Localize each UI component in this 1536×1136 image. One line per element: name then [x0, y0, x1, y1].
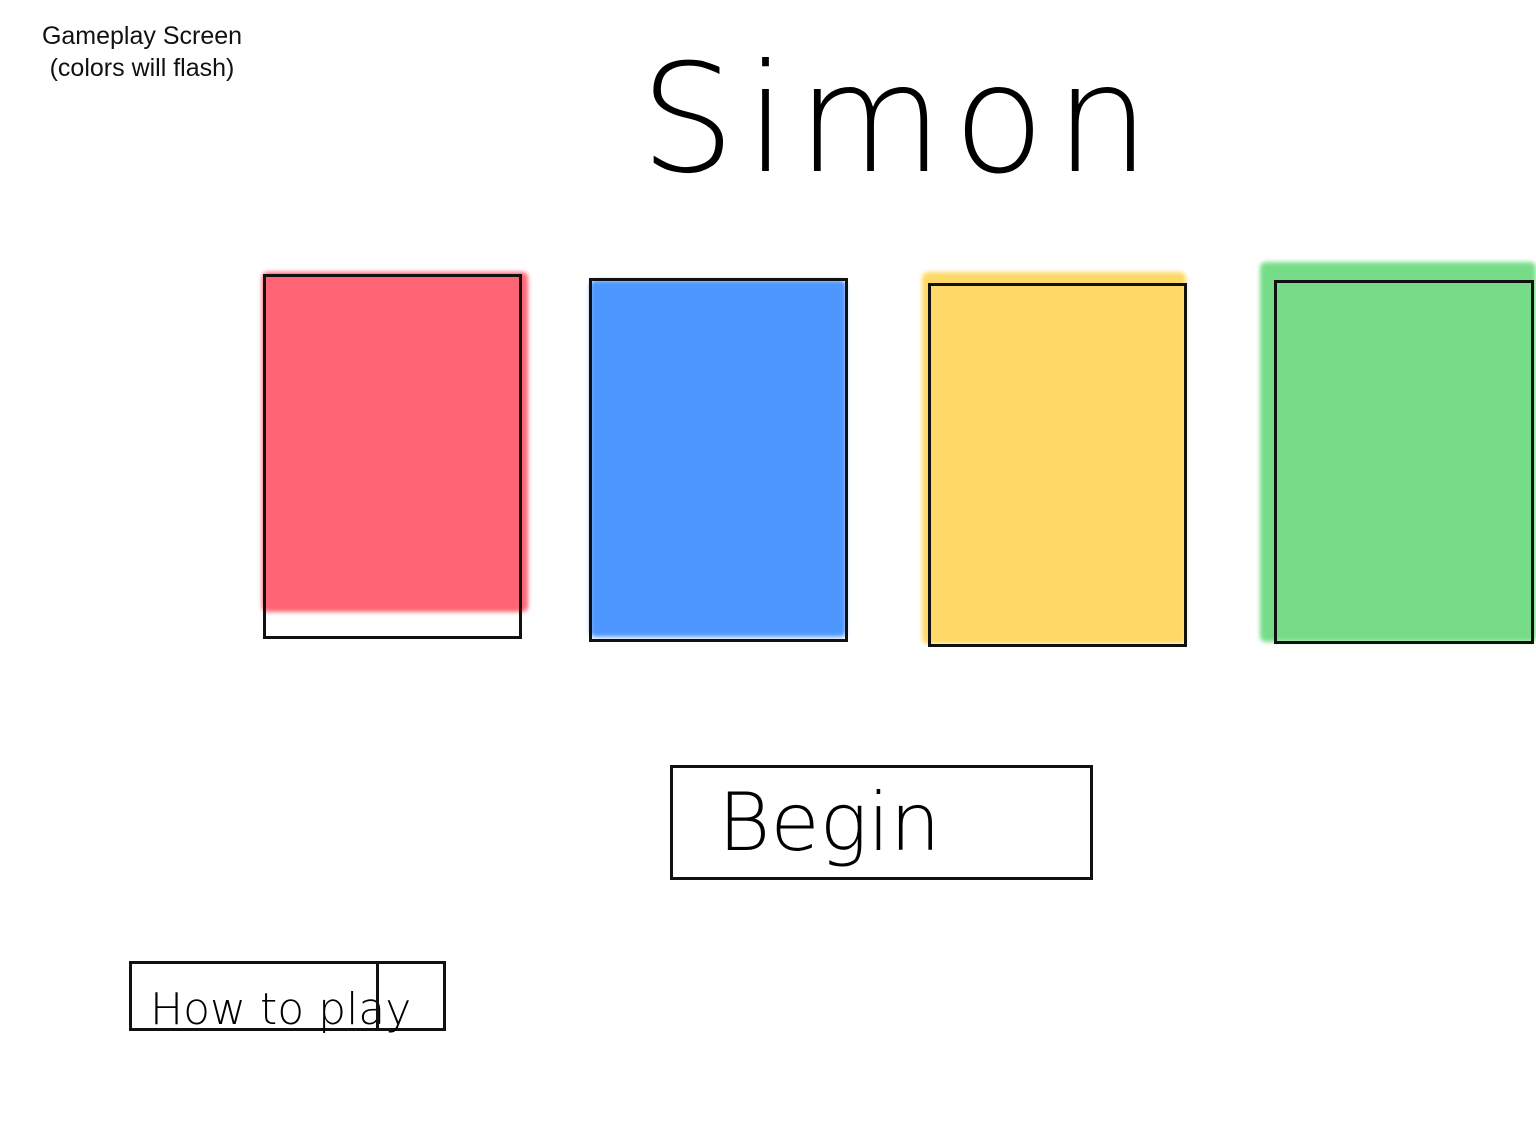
how-to-play-button[interactable]: How to play [129, 961, 446, 1035]
red-pad[interactable] [263, 274, 522, 639]
yellow-pad[interactable] [928, 283, 1187, 647]
begin-button[interactable]: Begin [670, 765, 1093, 880]
game-title: Simon [640, 33, 1160, 207]
how-to-play-label: How to play [150, 984, 412, 1035]
annotation-line-2: (colors will flash) [49, 54, 235, 82]
annotation-line-1: Gameplay Screen [41, 22, 243, 50]
green-pad[interactable] [1274, 280, 1534, 644]
screen-annotation: Gameplay Screen (colors will flash) [22, 20, 262, 84]
blue-pad[interactable] [589, 278, 848, 642]
button-divider [376, 964, 379, 1028]
